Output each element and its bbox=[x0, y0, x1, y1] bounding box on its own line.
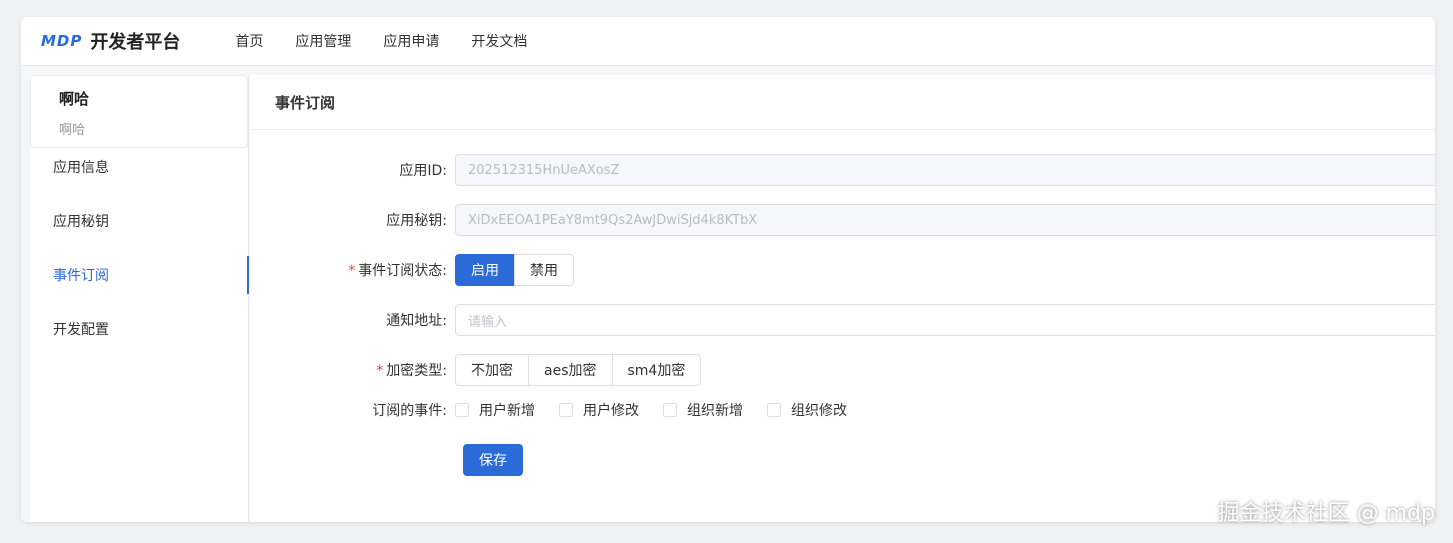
brand-logo[interactable]: MDP 开发者平台 bbox=[41, 28, 180, 54]
main-panel: 事件订阅 应用ID: 202512315HnUeAXosZ 应用秘钥: XiDx… bbox=[250, 75, 1435, 522]
event-user-create[interactable]: 用户新增 bbox=[455, 400, 535, 420]
app-name: 啊哈 bbox=[59, 90, 90, 108]
row-actions: 保存 bbox=[463, 444, 523, 476]
row-subscribed-events: 订阅的事件: 用户新增 用户修改 组织新增 组织修改 bbox=[250, 400, 871, 420]
nav-app-management[interactable]: 应用管理 bbox=[295, 31, 351, 51]
required-mark: * bbox=[376, 363, 384, 379]
status-enable-button[interactable]: 启用 bbox=[455, 254, 515, 286]
logo-mark: MDP bbox=[41, 32, 83, 50]
events-label: 订阅的事件: bbox=[372, 403, 447, 419]
sidebar-item-app-secret[interactable]: 应用秘钥 bbox=[30, 202, 248, 256]
row-notify-url: 通知地址: 请输入 bbox=[250, 304, 1435, 336]
status-disable-button[interactable]: 禁用 bbox=[514, 254, 574, 286]
brand-name: 开发者平台 bbox=[90, 32, 181, 53]
app-window: MDP 开发者平台 首页 应用管理 应用申请 开发文档 啊哈 啊哈 应用信息 应… bbox=[21, 17, 1435, 522]
sidebar: 啊哈 啊哈 应用信息 应用秘钥 事件订阅 开发配置 bbox=[30, 75, 249, 522]
status-label: * 事件订阅状态: bbox=[348, 263, 447, 279]
app-id-label: 应用ID: bbox=[399, 163, 447, 179]
encrypt-label: * 加密类型: bbox=[376, 363, 447, 379]
row-subscription-status: * 事件订阅状态: 启用 禁用 bbox=[250, 254, 574, 286]
encrypt-none-button[interactable]: 不加密 bbox=[455, 354, 529, 386]
encrypt-sm4-button[interactable]: sm4加密 bbox=[611, 354, 702, 386]
sidebar-item-dev-config[interactable]: 开发配置 bbox=[30, 310, 248, 364]
encrypt-aes-button[interactable]: aes加密 bbox=[528, 354, 613, 386]
notify-url-input[interactable]: 请输入 bbox=[455, 304, 1435, 336]
watermark: 掘金技术社区 @ mdp bbox=[1217, 501, 1435, 526]
row-encrypt-type: * 加密类型: 不加密 aes加密 sm4加密 bbox=[250, 354, 702, 386]
status-toggle-group: 启用 禁用 bbox=[455, 254, 574, 286]
event-org-create[interactable]: 组织新增 bbox=[663, 400, 743, 420]
notify-url-label: 通知地址: bbox=[386, 313, 447, 329]
sidebar-item-app-info[interactable]: 应用信息 bbox=[30, 148, 248, 202]
sidebar-menu: 应用信息 应用秘钥 事件订阅 开发配置 bbox=[30, 148, 249, 364]
checkbox[interactable] bbox=[663, 403, 677, 417]
event-org-update[interactable]: 组织修改 bbox=[767, 400, 847, 420]
nav-links: 首页 应用管理 应用申请 开发文档 bbox=[235, 31, 559, 51]
top-navbar: MDP 开发者平台 首页 应用管理 应用申请 开发文档 bbox=[21, 17, 1435, 66]
checkbox[interactable] bbox=[767, 403, 781, 417]
nav-home[interactable]: 首页 bbox=[235, 31, 263, 51]
app-secret-field[interactable]: XiDxEEOA1PEaY8mt9Qs2AwJDwiSjd4k8KTbX bbox=[455, 204, 1435, 236]
app-secret-label: 应用秘钥: bbox=[386, 213, 447, 229]
row-app-secret: 应用秘钥: XiDxEEOA1PEaY8mt9Qs2AwJDwiSjd4k8KT… bbox=[250, 204, 1435, 236]
checkbox[interactable] bbox=[455, 403, 469, 417]
save-button[interactable]: 保存 bbox=[463, 444, 523, 476]
app-card: 啊哈 啊哈 bbox=[30, 75, 248, 148]
row-app-id: 应用ID: 202512315HnUeAXosZ bbox=[250, 154, 1435, 186]
page-title: 事件订阅 bbox=[250, 75, 1435, 130]
checkbox[interactable] bbox=[559, 403, 573, 417]
required-mark: * bbox=[348, 263, 356, 279]
events-checkbox-group: 用户新增 用户修改 组织新增 组织修改 bbox=[455, 400, 871, 420]
event-user-update[interactable]: 用户修改 bbox=[559, 400, 639, 420]
encrypt-toggle-group: 不加密 aes加密 sm4加密 bbox=[455, 354, 702, 386]
nav-dev-docs[interactable]: 开发文档 bbox=[471, 31, 527, 51]
app-id-field[interactable]: 202512315HnUeAXosZ bbox=[455, 154, 1435, 186]
sidebar-item-event-subscription[interactable]: 事件订阅 bbox=[30, 256, 249, 310]
app-subtitle: 啊哈 bbox=[59, 123, 86, 138]
nav-app-apply[interactable]: 应用申请 bbox=[383, 31, 439, 51]
